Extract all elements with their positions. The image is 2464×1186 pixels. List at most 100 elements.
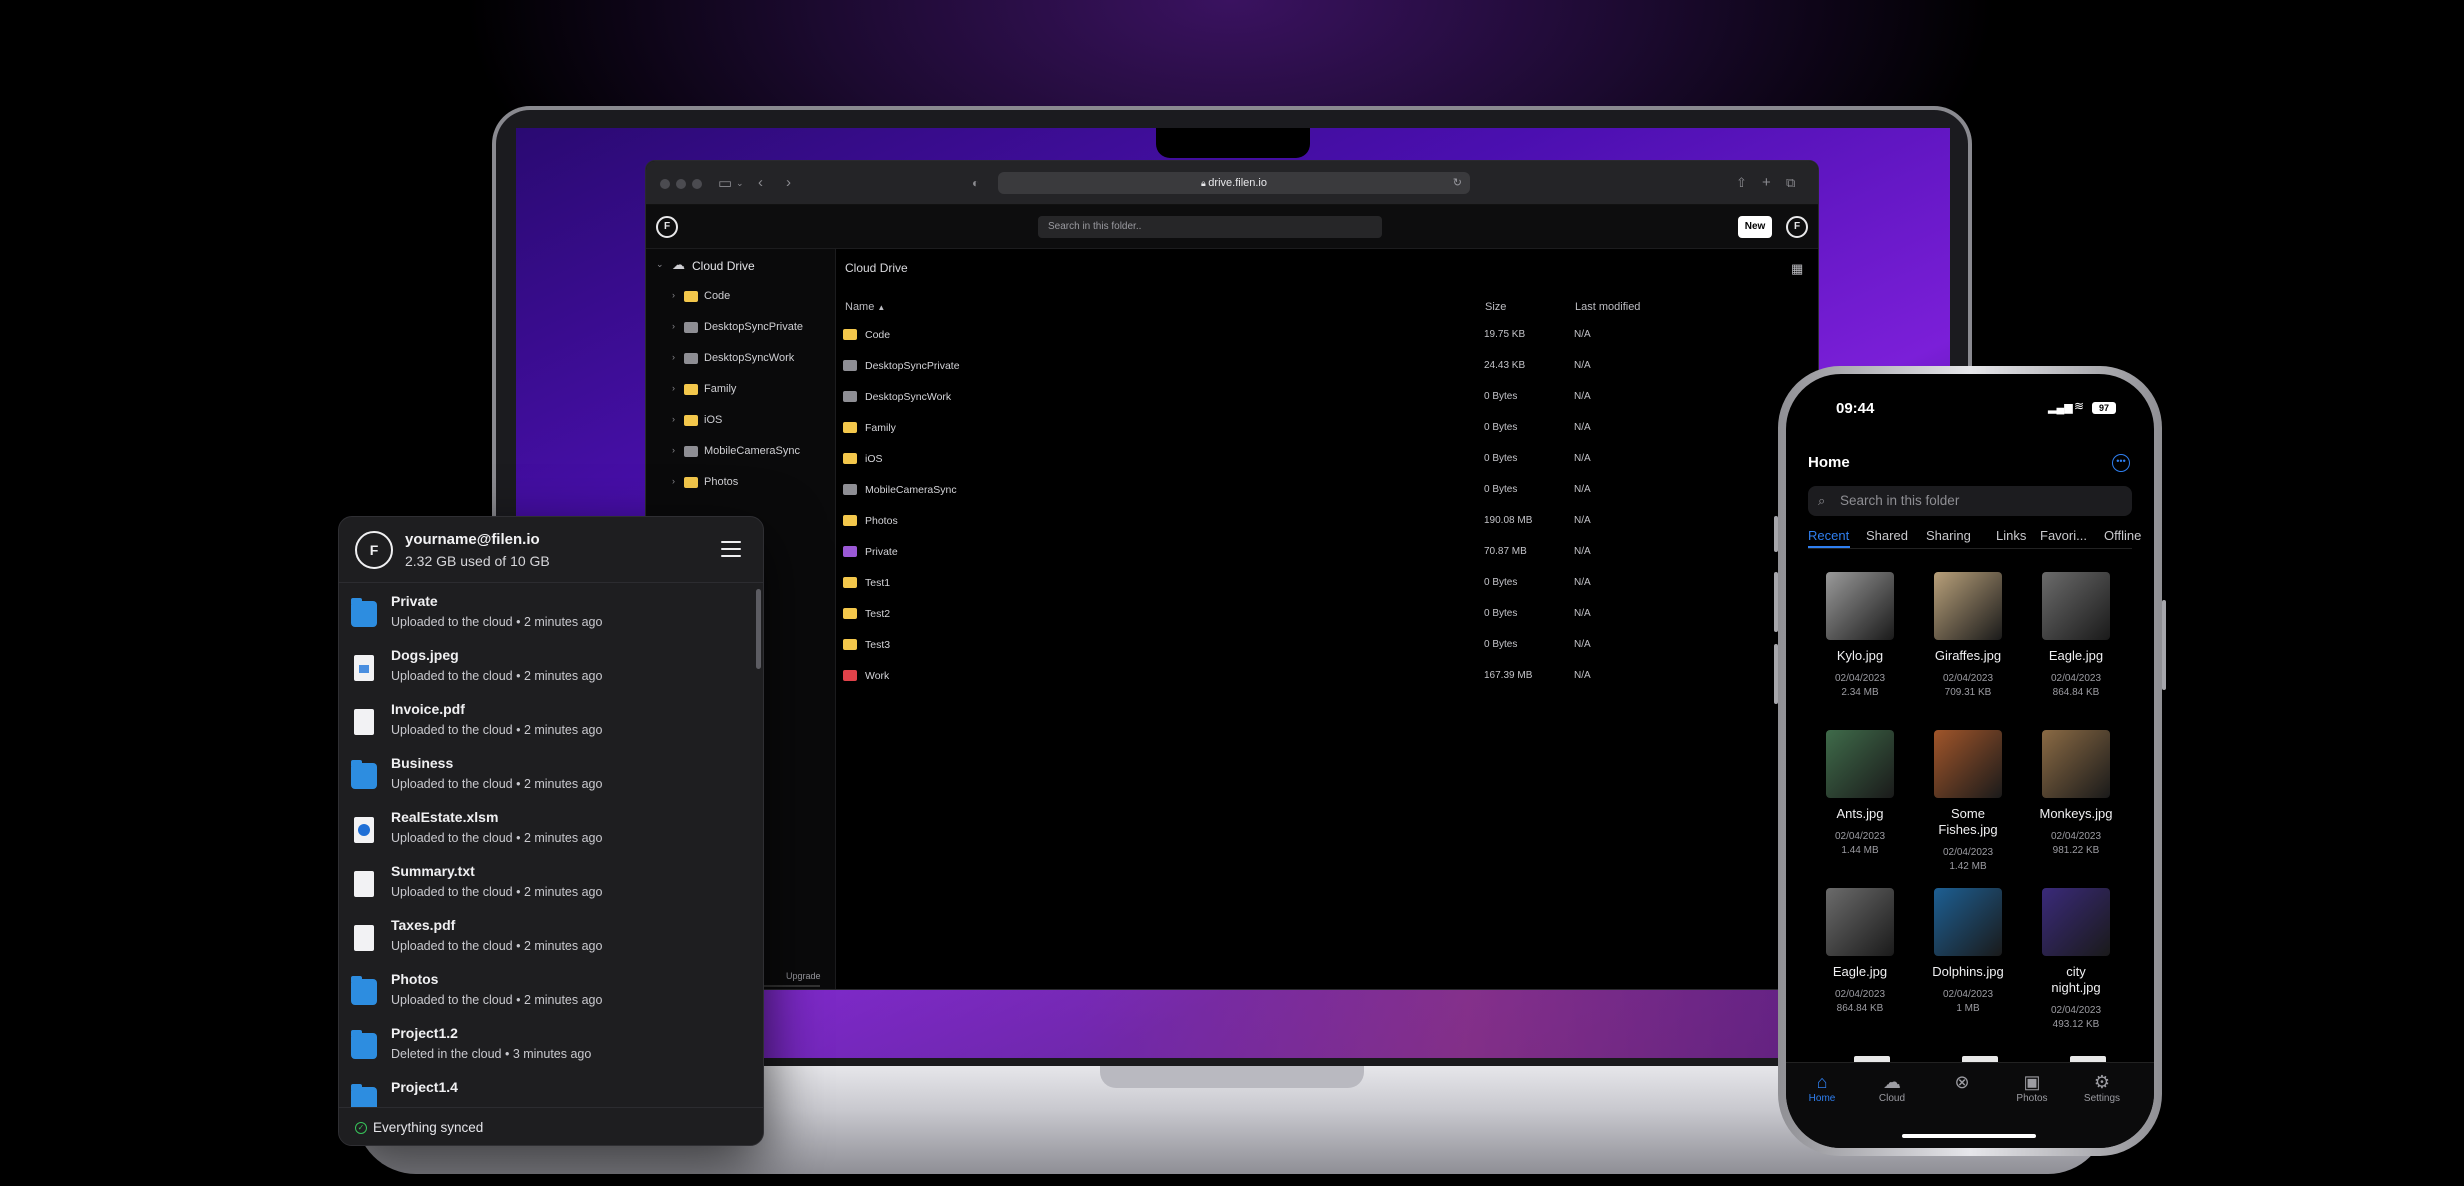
- sidebar-item[interactable]: › Family: [646, 374, 836, 405]
- close-dot[interactable]: [660, 179, 670, 189]
- sync-list-item[interactable]: Project1.2 Deleted in the cloud • 3 minut…: [339, 1019, 749, 1073]
- file-tile[interactable]: Some Fishes.jpg 02/04/2023 1.42 MB: [1914, 730, 2022, 880]
- phone-screen: 09:44 ▂▄▆ ≋ 97 Home ••• ⌕ Search in this…: [1786, 374, 2154, 1148]
- tab-links[interactable]: Links: [1996, 528, 2026, 543]
- active-tab-indicator: [1808, 546, 1850, 548]
- sidebar-item[interactable]: › iOS: [646, 405, 836, 436]
- tab-sharing[interactable]: Sharing: [1926, 528, 1971, 543]
- forward-icon[interactable]: ›: [786, 174, 791, 191]
- nav-cloud[interactable]: ☁ Cloud: [1862, 1071, 1922, 1104]
- tab-recent[interactable]: Recent: [1808, 528, 1849, 543]
- file-date: 02/04/2023: [1942, 847, 1994, 858]
- file-size: 709.31 KB: [1944, 687, 1992, 698]
- sidebar-item[interactable]: › Code: [646, 281, 836, 312]
- table-row[interactable]: Work 167.39 MB N/A: [837, 660, 1818, 691]
- chevron-right-icon[interactable]: ›: [672, 352, 675, 362]
- share-icon[interactable]: ⇧: [1736, 175, 1747, 191]
- chevron-right-icon[interactable]: ›: [672, 445, 675, 455]
- nav-label: Home: [1808, 1093, 1836, 1104]
- sync-item-name: Summary.txt: [391, 863, 475, 879]
- sidebar-toggle-icon[interactable]: ▭: [718, 174, 732, 192]
- minimize-dot[interactable]: [676, 179, 686, 189]
- search-input[interactable]: Search in this folder..: [1038, 216, 1382, 238]
- sidebar-item[interactable]: › MobileCameraSync: [646, 436, 836, 467]
- chevron-right-icon[interactable]: ›: [672, 321, 675, 331]
- chevron-right-icon[interactable]: ›: [672, 414, 675, 424]
- file-tile[interactable]: Dolphins.jpg 02/04/2023 1 MB: [1914, 888, 2022, 1038]
- chevron-right-icon[interactable]: ›: [672, 290, 675, 300]
- search-input[interactable]: ⌕ Search in this folder: [1808, 486, 2132, 516]
- file-tile[interactable]: Eagle.jpg 02/04/2023 864.84 KB: [1806, 888, 1914, 1038]
- sync-list-item[interactable]: Taxes.pdf Uploaded to the cloud • 2 minut…: [339, 911, 749, 965]
- tab-favori[interactable]: Favori...: [2040, 528, 2087, 543]
- image-thumbnail: [1826, 888, 1894, 956]
- folder-icon: [684, 415, 698, 426]
- last-modified: N/A: [1574, 484, 1591, 495]
- sidebar-item[interactable]: › DesktopSyncWork: [646, 343, 836, 374]
- table-row[interactable]: DesktopSyncWork 0 Bytes N/A: [837, 381, 1818, 412]
- file-tile[interactable]: Ants.jpg 02/04/2023 1.44 MB: [1806, 730, 1914, 880]
- chevron-right-icon[interactable]: ›: [672, 476, 675, 486]
- chevron-down-icon[interactable]: ⌄: [656, 259, 664, 270]
- nav-photos[interactable]: ▣ Photos: [2002, 1071, 2062, 1104]
- reload-icon[interactable]: ↻: [1453, 172, 1462, 194]
- tabs-overview-icon[interactable]: ⧉: [1786, 175, 1795, 191]
- tab-offline[interactable]: Offline: [2104, 528, 2141, 543]
- sort-ascending-icon: ▲: [877, 303, 886, 312]
- sync-status-text: Everything synced: [373, 1120, 484, 1135]
- desktop-sync-panel: F yourname@filen.io 2.32 GB used of 10 G…: [338, 516, 764, 1146]
- table-row[interactable]: Test3 0 Bytes N/A: [837, 629, 1818, 660]
- filen-logo[interactable]: F: [656, 216, 678, 238]
- column-header-last-modified[interactable]: Last modified: [1575, 301, 1640, 313]
- last-modified: N/A: [1574, 515, 1591, 526]
- sync-list-item[interactable]: Business Uploaded to the cloud • 2 minute…: [339, 749, 749, 803]
- sidebar-item[interactable]: › Photos: [646, 467, 836, 498]
- address-bar[interactable]: 🔒︎ drive.filen.io ↻: [998, 172, 1470, 194]
- nav-close[interactable]: ⊗: [1932, 1071, 1992, 1093]
- table-row[interactable]: Private 70.87 MB N/A: [837, 536, 1818, 567]
- table-row[interactable]: Test2 0 Bytes N/A: [837, 598, 1818, 629]
- upgrade-link[interactable]: Upgrade: [786, 971, 821, 981]
- sync-list-item[interactable]: Dogs.jpeg Uploaded to the cloud • 2 minut…: [339, 641, 749, 695]
- image-thumbnail: [1934, 730, 2002, 798]
- file-tile[interactable]: Giraffes.jpg 02/04/2023 709.31 KB: [1914, 572, 2022, 722]
- zoom-dot[interactable]: [692, 179, 702, 189]
- chevron-down-icon[interactable]: ⌄: [736, 178, 744, 189]
- table-row[interactable]: Test1 0 Bytes N/A: [837, 567, 1818, 598]
- sync-item-status: Uploaded to the cloud • 2 minutes ago: [391, 777, 603, 791]
- sync-list-item[interactable]: Invoice.pdf Uploaded to the cloud • 2 min…: [339, 695, 749, 749]
- file-tile[interactable]: Kylo.jpg 02/04/2023 2.34 MB: [1806, 572, 1914, 722]
- breadcrumb[interactable]: Cloud Drive: [845, 261, 908, 275]
- column-header-size[interactable]: Size: [1485, 301, 1506, 313]
- table-row[interactable]: Family 0 Bytes N/A: [837, 412, 1818, 443]
- sidebar-item[interactable]: › DesktopSyncPrivate: [646, 312, 836, 343]
- file-tile[interactable]: Monkeys.jpg 02/04/2023 981.22 KB: [2022, 730, 2130, 880]
- more-options-icon[interactable]: •••: [2112, 454, 2130, 472]
- sync-list-item[interactable]: Photos Uploaded to the cloud • 2 minutes …: [339, 965, 749, 1019]
- file-tile[interactable]: city night.jpg 02/04/2023 493.12 KB: [2022, 888, 2130, 1038]
- table-row[interactable]: Photos 190.08 MB N/A: [837, 505, 1818, 536]
- nav-settings[interactable]: ⚙ Settings: [2072, 1071, 2132, 1104]
- sidebar-root-label[interactable]: Cloud Drive: [692, 259, 755, 273]
- table-row[interactable]: iOS 0 Bytes N/A: [837, 443, 1818, 474]
- sync-list-item[interactable]: Private Uploaded to the cloud • 2 minutes…: [339, 587, 749, 641]
- chevron-right-icon[interactable]: ›: [672, 383, 675, 393]
- nav-home[interactable]: ⌂ Home: [1792, 1071, 1852, 1104]
- new-button[interactable]: New: [1738, 216, 1772, 238]
- menu-icon[interactable]: [721, 541, 741, 557]
- scrollbar[interactable]: [756, 589, 761, 669]
- account-avatar[interactable]: F: [1786, 216, 1808, 238]
- file-tile[interactable]: Eagle.jpg 02/04/2023 864.84 KB: [2022, 572, 2130, 722]
- folder-icon: [684, 384, 698, 395]
- table-row[interactable]: DesktopSyncPrivate 24.43 KB N/A: [837, 350, 1818, 381]
- sync-list-item[interactable]: RealEstate.xlsm Uploaded to the cloud • 2…: [339, 803, 749, 857]
- sync-list-item[interactable]: Summary.txt Uploaded to the cloud • 2 min…: [339, 857, 749, 911]
- back-icon[interactable]: ‹: [758, 174, 763, 191]
- grid-view-icon[interactable]: ▦: [1791, 261, 1803, 277]
- table-row[interactable]: Code 19.75 KB N/A: [837, 319, 1818, 350]
- column-header-name[interactable]: Name ▲: [845, 301, 885, 313]
- privacy-shield-icon[interactable]: ◐: [972, 176, 979, 190]
- new-tab-icon[interactable]: +: [1762, 174, 1771, 191]
- tab-shared[interactable]: Shared: [1866, 528, 1908, 543]
- table-row[interactable]: MobileCameraSync 0 Bytes N/A: [837, 474, 1818, 505]
